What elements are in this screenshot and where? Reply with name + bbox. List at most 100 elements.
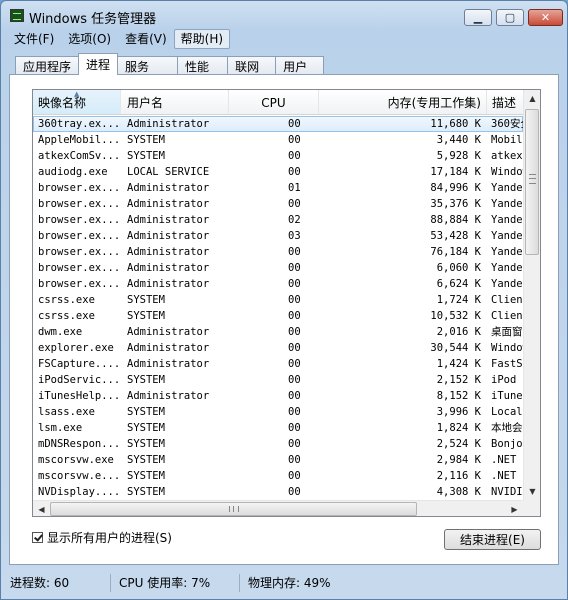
process-description: Local (491, 406, 523, 418)
close-button[interactable]: ✕ (528, 9, 563, 26)
process-row[interactable]: lsass.exe SYSTEM 00 3,996 K Local (33, 404, 523, 420)
process-image-name: atkexComSv... (38, 150, 120, 162)
process-image-name: iTunesHelp... (38, 390, 120, 402)
process-cpu: 03 (288, 230, 301, 242)
process-image-name: explorer.exe (38, 342, 114, 354)
process-row[interactable]: audiodg.exe LOCAL SERVICE 00 17,184 K Window (33, 164, 523, 180)
column-image-name[interactable]: ▲ 映像名称 (33, 90, 121, 114)
minimize-button[interactable]: ▁ (464, 9, 492, 26)
tab-performance[interactable]: 性能 (177, 56, 229, 75)
process-user-name: SYSTEM (127, 438, 165, 450)
process-cpu: 00 (288, 246, 301, 258)
process-row[interactable]: mDNSRespon... SYSTEM 00 2,524 K Bonjou (33, 436, 523, 452)
process-row[interactable]: browser.ex... Administrator 00 35,376 K Yand… (33, 196, 523, 212)
process-cpu: 00 (288, 134, 301, 146)
process-user-name: SYSTEM (127, 374, 165, 386)
column-image-name-label: 映像名称 (38, 96, 87, 110)
scrollbar-corner (523, 500, 540, 516)
process-memory: 2,016 K (436, 326, 481, 338)
show-all-users-checkbox[interactable] (32, 532, 43, 543)
process-row[interactable]: iPodServic... SYSTEM 00 2,152 K iPod S (33, 372, 523, 388)
process-image-name: FSCapture.... (38, 358, 120, 370)
process-user-name: Administrator (127, 390, 210, 402)
end-process-button[interactable]: 结束进程(E) (444, 529, 541, 550)
process-row[interactable]: FSCapture.... Administrator 00 1,424 K FastS… (33, 356, 523, 372)
process-row[interactable]: browser.ex... Administrator 00 6,624 K Yande… (33, 276, 523, 292)
horizontal-scroll-thumb[interactable] (50, 502, 417, 516)
process-cpu: 00 (288, 454, 301, 466)
tab-processes[interactable]: 进程 (78, 53, 119, 75)
process-memory: 10,532 K (430, 310, 481, 322)
process-user-name: Administrator (127, 326, 210, 338)
menu-help[interactable]: 帮助(H) (173, 29, 231, 49)
process-row[interactable]: explorer.exe Administrator 00 30,544 K Windo… (33, 340, 523, 356)
scroll-up-arrow-icon[interactable]: ▲ (524, 90, 540, 107)
tab-users[interactable]: 用户 (275, 56, 325, 75)
process-row[interactable]: csrss.exe SYSTEM 00 10,532 K Client (33, 308, 523, 324)
scroll-left-arrow-icon[interactable]: ◀ (33, 501, 50, 516)
scroll-right-arrow-icon[interactable]: ▶ (506, 501, 523, 516)
horizontal-scrollbar[interactable]: ◀ ▶ (33, 500, 523, 516)
process-description: .NET R (491, 470, 523, 482)
process-image-name: lsass.exe (38, 406, 95, 418)
process-description: 360安全 (491, 118, 523, 130)
process-row[interactable]: NVDisplay.... SYSTEM 00 4,308 K NVIDIA (33, 484, 523, 500)
process-row[interactable]: browser.ex... Administrator 03 53,428 K Yand… (33, 228, 523, 244)
process-memory: 2,116 K (436, 470, 481, 482)
process-description: 桌面窗 (491, 326, 523, 338)
process-cpu: 00 (288, 374, 301, 386)
show-all-users-option[interactable]: 显示所有用户的进程(S) (32, 529, 172, 546)
process-memory: 2,984 K (436, 454, 481, 466)
process-row[interactable]: dwm.exe Administrator 00 2,016 K 桌面窗 (33, 324, 523, 340)
title-bar[interactable]: Windows 任务管理器 ▁ ▢ ✕ (1, 1, 567, 31)
tab-strip: 应用程序 进程 服务 性能 联网 用户 (15, 53, 325, 75)
column-memory[interactable]: 内存(专用工作集) (319, 90, 487, 114)
process-memory: 84,996 K (430, 182, 481, 194)
process-row[interactable]: iTunesHelp... Administrator 00 8,152 K iTune… (33, 388, 523, 404)
process-user-name: Administrator (127, 230, 210, 242)
process-cpu: 00 (288, 326, 301, 338)
vertical-scrollbar[interactable]: ▲ ▼ (523, 90, 540, 500)
process-memory: 88,884 K (430, 214, 481, 226)
task-manager-app-icon (10, 9, 24, 22)
menu-view[interactable]: 查看(V) (118, 29, 174, 49)
process-memory: 30,544 K (430, 342, 481, 354)
scroll-down-arrow-icon[interactable]: ▼ (524, 483, 540, 500)
process-list[interactable]: ▲ 映像名称 用户名 CPU 内存(专用工作集) 描述 360tray.ex..… (32, 89, 541, 517)
tab-services[interactable]: 服务 (117, 56, 179, 75)
process-description: 本地会 (491, 422, 523, 434)
process-row[interactable]: browser.ex... Administrator 00 76,184 K Yand… (33, 244, 523, 260)
column-description[interactable]: 描述 (487, 90, 523, 114)
process-row[interactable]: browser.ex... Administrator 01 84,996 K Yand… (33, 180, 523, 196)
column-cpu[interactable]: CPU (229, 90, 319, 114)
menu-options[interactable]: 选项(O) (61, 29, 118, 49)
process-row[interactable]: lsm.exe SYSTEM 00 1,824 K 本地会 (33, 420, 523, 436)
process-row[interactable]: 360tray.ex... Administrator 00 11,680 K 360安… (33, 116, 523, 132)
process-memory: 5,928 K (436, 150, 481, 162)
process-image-name: lsm.exe (38, 422, 83, 434)
process-row[interactable]: browser.ex... Administrator 00 6,060 K Yande… (33, 260, 523, 276)
tab-networking[interactable]: 联网 (227, 56, 277, 75)
process-user-name: LOCAL SERVICE (127, 166, 210, 178)
vertical-scroll-thumb[interactable] (525, 109, 539, 255)
process-user-name: SYSTEM (127, 406, 165, 418)
process-description: Yandex (491, 262, 523, 274)
maximize-button[interactable]: ▢ (496, 9, 524, 26)
menu-file[interactable]: 文件(F) (7, 29, 61, 49)
status-physical-memory: 物理内存: 49% (248, 576, 331, 590)
process-image-name: browser.ex... (38, 246, 120, 258)
process-row[interactable]: csrss.exe SYSTEM 00 1,724 K Client (33, 292, 523, 308)
process-description: Window (491, 342, 523, 354)
process-row[interactable]: mscorsvw.e... SYSTEM 00 2,116 K .NET R (33, 468, 523, 484)
process-row[interactable]: atkexComSv... SYSTEM 00 5,928 K atkexC (33, 148, 523, 164)
process-user-name: Administrator (127, 198, 210, 210)
process-row[interactable]: browser.ex... Administrator 02 88,884 K Yand… (33, 212, 523, 228)
tab-applications[interactable]: 应用程序 (15, 56, 80, 75)
process-row[interactable]: AppleMobil... SYSTEM 00 3,440 K Mobile (33, 132, 523, 148)
process-row[interactable]: mscorsvw.exe SYSTEM 00 2,984 K .NET R (33, 452, 523, 468)
process-image-name: browser.ex... (38, 182, 120, 194)
process-description: Yandex (491, 278, 523, 290)
process-image-name: audiodg.exe (38, 166, 108, 178)
show-all-users-label: 显示所有用户的进程(S) (47, 531, 172, 545)
column-user-name[interactable]: 用户名 (121, 90, 229, 114)
